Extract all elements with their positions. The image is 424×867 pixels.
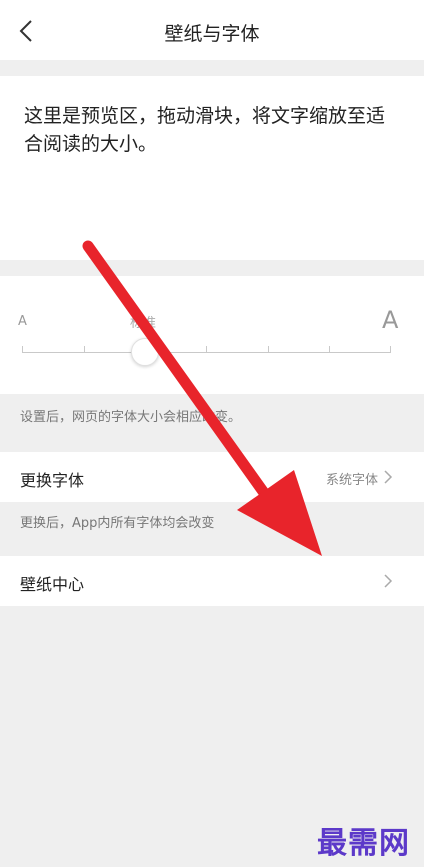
slider-tick	[22, 346, 23, 353]
slider-tick	[390, 346, 391, 353]
font-preview-area: 这里是预览区，拖动滑块，将文字缩放至适合阅读的大小。	[0, 76, 424, 260]
slider-tick	[84, 346, 85, 353]
chevron-right-icon	[384, 470, 393, 484]
preview-text: 这里是预览区，拖动滑块，将文字缩放至适合阅读的大小。	[24, 105, 386, 155]
slider-tick	[329, 346, 330, 353]
small-font-label: A	[18, 314, 27, 329]
font-size-slider-panel: A 标准 A	[0, 276, 424, 394]
large-font-label: A	[382, 306, 399, 334]
chevron-right-icon	[384, 574, 393, 588]
page-title: 壁纸与字体	[164, 23, 260, 45]
current-font-value: 系统字体	[325, 473, 378, 488]
slider-thumb[interactable]	[131, 338, 159, 366]
slider-tick	[206, 346, 207, 353]
change-font-note: 更换后，App内所有字体均会改变	[20, 516, 215, 531]
change-font-row[interactable]: 更换字体 系统字体	[0, 452, 424, 502]
wallpaper-center-row[interactable]: 壁纸中心	[0, 556, 424, 606]
font-size-note: 设置后，网页的字体大小会相应改变。	[20, 410, 242, 425]
watermark-logo: 最需网	[317, 826, 410, 861]
standard-size-label: 标准	[130, 316, 157, 331]
top-bar: 壁纸与字体	[0, 0, 424, 60]
change-font-label: 更换字体	[20, 471, 85, 490]
slider-tick	[268, 346, 269, 353]
wallpaper-center-label: 壁纸中心	[20, 575, 85, 594]
